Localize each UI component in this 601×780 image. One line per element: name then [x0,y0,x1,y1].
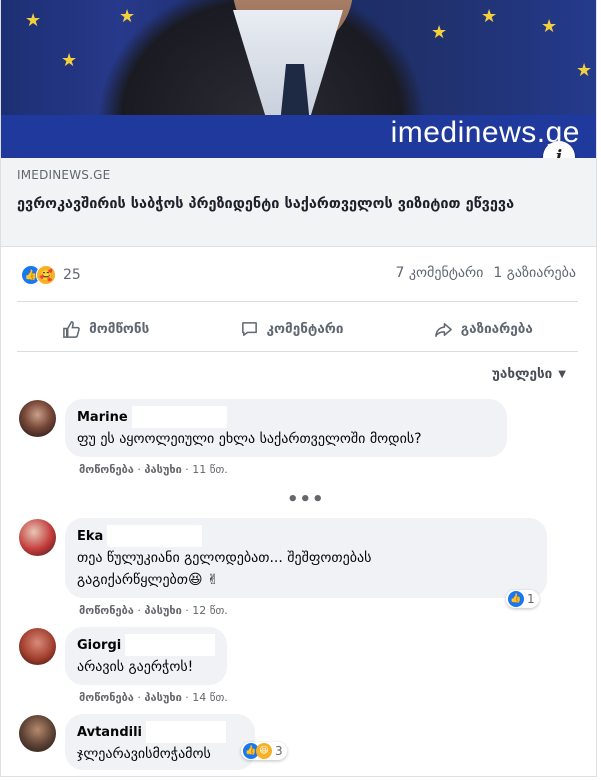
avatar[interactable] [19,400,56,437]
redacted-surname [125,634,215,656]
flag-star-icon: ★ [25,10,42,31]
link-preview-image[interactable]: ★ ★ ★ ★ ★ ★ ★ imedinews.ge [1,0,596,158]
comment-author[interactable]: Giorgi [77,638,121,653]
comment-text: არავის გაერჭოს! [77,659,194,675]
comment-meta: მოწონება · პასუხი · 12 წთ. [79,604,228,617]
comment-author[interactable]: Marine [77,410,128,425]
comment-button[interactable]: კომენტარი [240,320,344,339]
avatar[interactable] [19,519,56,556]
post-card: ★ ★ ★ ★ ★ ★ ★ imedinews.ge i IMEDINEWS.G… [0,0,597,777]
like-reaction-icon: 👍 [508,591,524,607]
comment-reaction-count: 3 [275,744,283,758]
comment-bubble: Eka თეა წულუკიანი გელოდებათ... შეშფოთება… [65,518,547,598]
comment-meta: მოწონება · პასუხი · 14 წთ. [79,691,228,704]
speech-bubble-icon [241,321,257,336]
like-button[interactable]: მომწონს [62,320,149,339]
flag-star-icon: ★ [431,22,448,43]
comment-reply-link[interactable]: პასუხი [144,604,181,617]
comment-text: თეა წულუკიანი გელოდებათ... შეშფოთებას გა… [77,550,372,588]
comment-time[interactable]: 11 წთ. [192,463,228,476]
share-label: გაზიარება [460,321,533,337]
reaction-summary[interactable]: 👍 🥰 25 [21,265,81,285]
comment-time[interactable]: 12 წთ. [192,604,228,617]
share-arrow-icon [434,322,452,337]
divider [17,351,578,352]
comment-meta: მოწონება · პასუხი · 11 წთ. [79,463,228,476]
comment-label: კომენტარი [266,321,344,337]
engagement-counts: 7 კომენტარი 1 გაზიარება [396,265,576,281]
redacted-surname [131,406,227,428]
comment-like-link[interactable]: მოწონება [79,463,134,476]
share-count[interactable]: 1 გაზიარება [493,265,576,281]
comment-count[interactable]: 7 კომენტარი [396,265,484,281]
caret-down-icon: ▼ [558,368,566,380]
avatar[interactable] [19,628,56,665]
comment-bubble: Marine ფუ ეს აყოოლეიული ეხლა საქართველოშ… [65,399,507,457]
share-button[interactable]: გაზიარება [434,320,533,339]
redacted-surname [146,721,226,743]
link-domain: IMEDINEWS.GE [17,168,111,182]
comment-text: ფუ ეს აყოოლეიული ეხლა საქართველოში მოდის… [77,431,422,447]
comment-reply-link[interactable]: პასუხი [144,463,181,476]
comment-like-link[interactable]: მოწონება [79,691,134,704]
redacted-surname [107,525,203,547]
comment-author[interactable]: Avtandili [77,725,142,740]
thumbs-up-icon [63,320,80,338]
post-actions-bar: მომწონს კომენტარი გაზიარება [17,311,578,347]
comment-author[interactable]: Eka [77,529,103,544]
comment-reaction-badge[interactable]: 👍 1 [506,590,539,608]
avatar[interactable] [19,715,56,752]
flag-star-icon: ★ [576,60,593,81]
comment-bubble: Giorgi არავის გაერჭოს! [65,627,227,685]
reaction-count: 25 [63,267,81,283]
divider [17,301,578,302]
comment-reply-link[interactable]: პასუხი [144,691,181,704]
comment-time[interactable]: 14 წთ. [192,691,228,704]
like-label: მომწონს [89,321,150,337]
flag-star-icon: ★ [541,16,558,37]
sort-label: უახლესი [491,366,553,382]
comment-reaction-count: 1 [527,592,535,606]
comment-sort-dropdown[interactable]: უახლესი ▼ [492,366,566,382]
haha-reaction-icon: 😆 [256,743,272,759]
comment-text: ჯლეარავისმოჭამოს [77,746,211,762]
link-headline[interactable]: ევროკავშირის საბჭოს პრეზიდენტი საქართველ… [17,192,537,216]
more-comments-icon[interactable]: ••• [287,489,325,510]
comment-reaction-badge[interactable]: 👍 😆 3 [241,742,287,760]
flag-star-icon: ★ [481,6,498,27]
care-reaction-icon: 🥰 [36,265,56,285]
comment-like-link[interactable]: მოწონება [79,604,134,617]
comment-bubble: Avtandili ჯლეარავისმოჭამოს [65,714,255,770]
flag-star-icon: ★ [61,50,78,71]
